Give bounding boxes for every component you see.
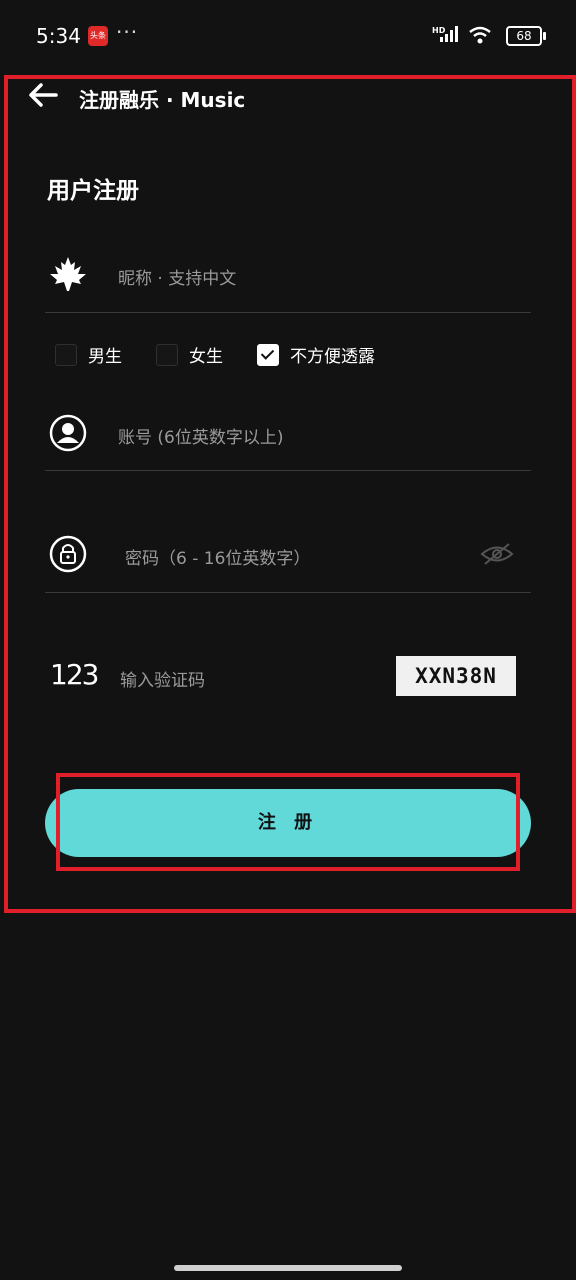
page-title: 注册融乐 · Music — [79, 88, 246, 112]
captcha-image[interactable]: XXN38N — [396, 656, 516, 696]
account-input[interactable]: 账号 (6位英数字以上) — [118, 423, 283, 448]
back-arrow-icon[interactable] — [26, 80, 60, 110]
lock-icon — [49, 535, 87, 573]
divider — [45, 312, 531, 313]
home-indicator[interactable] — [174, 1265, 402, 1271]
private-checkbox[interactable] — [257, 343, 279, 366]
news-app-icon: 头条 — [88, 26, 108, 46]
private-label: 不方便透露 — [290, 347, 375, 367]
female-checkbox[interactable] — [156, 343, 178, 366]
wifi-icon — [469, 26, 491, 44]
divider — [45, 470, 531, 471]
password-input[interactable]: 密码（6 - 16位英数字） — [125, 544, 310, 569]
gender-option-private[interactable]: 不方便透露 — [257, 342, 375, 367]
maple-leaf-icon — [50, 257, 86, 291]
gender-option-male[interactable]: 男生 — [55, 342, 122, 367]
male-label: 男生 — [88, 347, 122, 367]
divider — [45, 592, 531, 593]
number-icon: 123 — [50, 658, 99, 691]
captcha-input[interactable]: 输入验证码 — [120, 666, 205, 691]
status-icons: HD 68 — [432, 24, 546, 50]
user-icon — [49, 414, 87, 452]
section-title: 用户注册 — [47, 178, 139, 204]
eye-off-icon[interactable] — [480, 541, 514, 567]
status-bar: 5:34 头条 ··· HD 68 — [0, 0, 576, 74]
male-checkbox[interactable] — [55, 343, 77, 366]
female-label: 女生 — [189, 347, 223, 367]
signal-icon — [440, 26, 458, 42]
more-notifications-icon: ··· — [116, 20, 139, 44]
button-highlight-frame — [56, 773, 520, 871]
status-time: 5:34 — [36, 24, 81, 48]
nickname-input[interactable]: 昵称 · 支持中文 — [118, 264, 236, 289]
battery-icon: 68 — [506, 26, 546, 46]
gender-option-female[interactable]: 女生 — [156, 342, 223, 367]
